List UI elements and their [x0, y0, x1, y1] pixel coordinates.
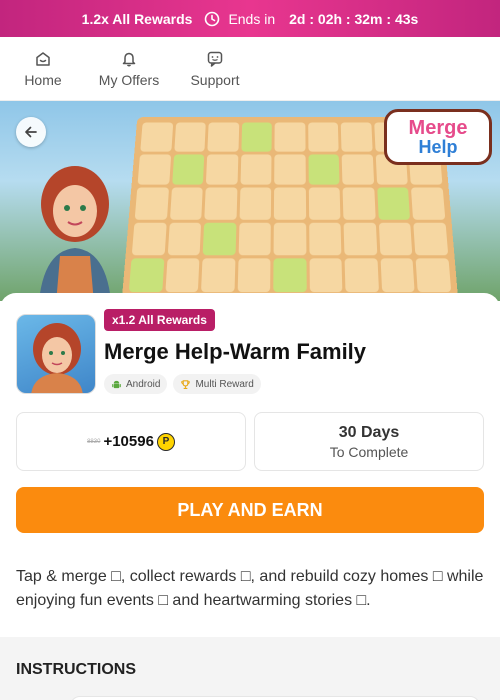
coin-icon: P — [156, 432, 175, 451]
instructions-title: INSTRUCTIONS — [16, 661, 136, 678]
completion-days: 30 Days — [338, 423, 400, 441]
instructions-section: INSTRUCTIONS — [0, 637, 500, 700]
arrow-left-icon — [25, 126, 37, 138]
nav-item-my-offers[interactable]: My Offers — [86, 37, 172, 101]
promo-countdown: 2d : 02h : 32m : 43s — [289, 10, 419, 27]
reward-points: +10596 — [103, 433, 154, 450]
tag-multi-reward: Multi Reward — [173, 374, 261, 394]
clock-icon — [205, 11, 220, 26]
offer-description: Tap & merge □, collect rewards □, and re… — [16, 568, 484, 609]
nav-item-label: My Offers — [98, 72, 160, 88]
app-icon — [16, 314, 96, 394]
original-points: 8830 — [87, 438, 101, 445]
offer-card: x1.2 All Rewards Merge Help-Warm Family … — [0, 293, 500, 700]
nav-item-support[interactable]: Support — [172, 37, 258, 101]
play-and-earn-button[interactable]: PLAY AND EARN — [16, 487, 484, 533]
top-nav: Home My Offers Support — [0, 37, 500, 101]
game-logo: Merge Help — [384, 109, 492, 165]
nav-item-label: Support — [190, 72, 240, 88]
back-button[interactable] — [16, 117, 46, 147]
app-icon-illustration — [31, 323, 83, 393]
character-illustration — [39, 166, 111, 301]
nav-item-home[interactable]: Home — [0, 37, 86, 101]
completion-label: To Complete — [329, 443, 409, 460]
android-icon — [112, 380, 121, 388]
offer-tags: Android Multi Reward — [104, 374, 261, 394]
home-icon — [36, 52, 50, 66]
promo-banner: 1.2x All Rewards Ends in 2d : 02h : 32m … — [0, 0, 500, 37]
logo-text-line1: Merge — [408, 117, 468, 139]
hero-banner-image: Merge Help — [0, 101, 500, 301]
logo-text-line2: Help — [418, 137, 458, 157]
completion-time-box: 30 Days To Complete — [254, 412, 484, 471]
reward-points-box: 8830 +10596 P — [16, 412, 246, 471]
tag-platform: Android — [104, 374, 168, 394]
promo-multiplier: 1.2x All Rewards — [81, 10, 193, 27]
bell-icon — [122, 52, 136, 67]
trophy-icon — [181, 379, 191, 389]
instructions-card — [70, 696, 480, 700]
tag-label: Android — [126, 378, 161, 390]
offer-title: Merge Help-Warm Family — [104, 339, 367, 364]
promo-ends-label: Ends in — [228, 10, 276, 27]
chat-icon — [207, 51, 223, 67]
nav-item-label: Home — [24, 72, 62, 88]
tag-label: Multi Reward — [195, 378, 254, 390]
rewards-badge: x1.2 All Rewards — [104, 309, 215, 331]
